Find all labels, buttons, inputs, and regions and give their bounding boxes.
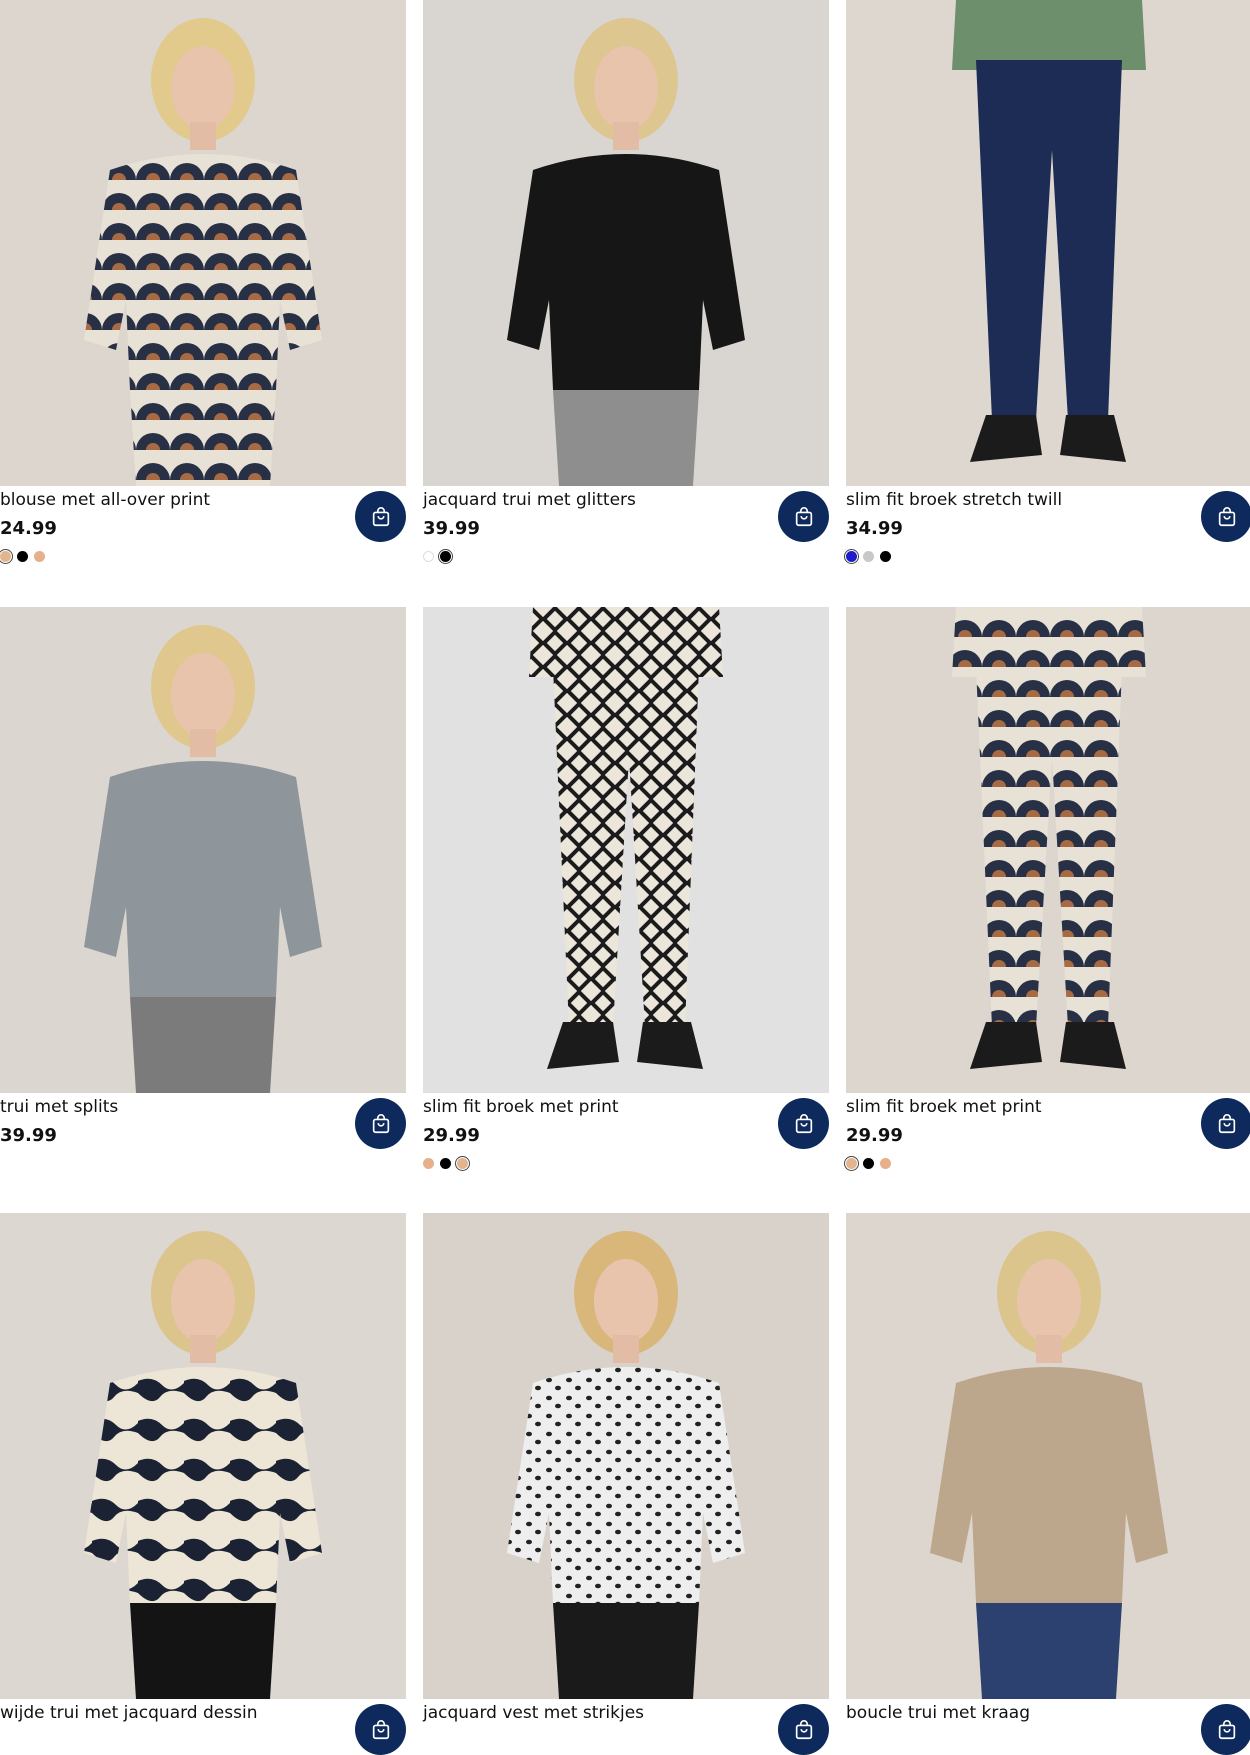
shopping-bag-icon bbox=[1218, 1113, 1235, 1133]
color-swatch[interactable] bbox=[438, 549, 453, 564]
shopping-bag-icon bbox=[372, 1719, 389, 1739]
color-swatch[interactable] bbox=[880, 551, 891, 562]
product-photo-illustration bbox=[423, 607, 829, 1093]
product-title[interactable]: slim fit broek met print bbox=[423, 1097, 619, 1117]
product-photo-illustration bbox=[423, 1213, 829, 1699]
add-to-cart-button[interactable] bbox=[778, 1098, 829, 1149]
add-to-cart-button[interactable] bbox=[1201, 1098, 1250, 1149]
color-swatch[interactable] bbox=[440, 1158, 451, 1169]
color-swatch[interactable] bbox=[0, 549, 13, 564]
product-title[interactable]: slim fit broek met print bbox=[846, 1097, 1042, 1117]
color-swatch[interactable] bbox=[863, 1158, 874, 1169]
add-to-cart-button[interactable] bbox=[1201, 491, 1250, 542]
product-photo-illustration bbox=[423, 0, 829, 486]
product-title[interactable]: wijde trui met jacquard dessin bbox=[0, 1703, 257, 1723]
color-swatch[interactable] bbox=[844, 549, 859, 564]
product-photo[interactable] bbox=[0, 607, 406, 1093]
product-price: 39.99 bbox=[0, 1125, 57, 1146]
product-price: 39.99 bbox=[423, 518, 480, 539]
product-photo[interactable] bbox=[0, 0, 406, 486]
product-title[interactable]: boucle trui met kraag bbox=[846, 1703, 1030, 1723]
color-swatch[interactable] bbox=[423, 551, 434, 562]
color-swatches bbox=[844, 1156, 891, 1171]
product-title[interactable]: jacquard trui met glitters bbox=[423, 490, 636, 510]
add-to-cart-button[interactable] bbox=[355, 1098, 406, 1149]
color-swatch[interactable] bbox=[844, 1156, 859, 1171]
color-swatch[interactable] bbox=[863, 551, 874, 562]
product-price: 29.99 bbox=[846, 1125, 903, 1146]
product-photo[interactable] bbox=[846, 607, 1250, 1093]
product-photo-illustration bbox=[0, 0, 406, 486]
shopping-bag-icon bbox=[1218, 506, 1235, 526]
product-photo-illustration bbox=[0, 1213, 406, 1699]
color-swatches bbox=[423, 549, 453, 564]
shopping-bag-icon bbox=[372, 1113, 389, 1133]
shopping-bag-icon bbox=[795, 1719, 812, 1739]
color-swatch[interactable] bbox=[34, 551, 45, 562]
product-photo-illustration bbox=[846, 1213, 1250, 1699]
color-swatches bbox=[0, 549, 45, 564]
shopping-bag-icon bbox=[1218, 1719, 1235, 1739]
color-swatches bbox=[844, 549, 891, 564]
product-price: 34.99 bbox=[846, 518, 903, 539]
product-photo-illustration bbox=[846, 607, 1250, 1093]
add-to-cart-button[interactable] bbox=[355, 491, 406, 542]
product-title[interactable]: jacquard vest met strikjes bbox=[423, 1703, 644, 1723]
color-swatches bbox=[423, 1156, 470, 1171]
product-photo[interactable] bbox=[846, 1213, 1250, 1699]
color-swatch[interactable] bbox=[17, 551, 28, 562]
product-price: 29.99 bbox=[423, 1125, 480, 1146]
product-photo[interactable] bbox=[423, 607, 829, 1093]
product-title[interactable]: blouse met all-over print bbox=[0, 490, 210, 510]
product-photo[interactable] bbox=[846, 0, 1250, 486]
product-photo[interactable] bbox=[423, 1213, 829, 1699]
product-photo[interactable] bbox=[423, 0, 829, 486]
product-photo[interactable] bbox=[0, 1213, 406, 1699]
shopping-bag-icon bbox=[795, 1113, 812, 1133]
add-to-cart-button[interactable] bbox=[1201, 1704, 1250, 1755]
product-photo-illustration bbox=[846, 0, 1250, 486]
add-to-cart-button[interactable] bbox=[778, 491, 829, 542]
color-swatch[interactable] bbox=[880, 1158, 891, 1169]
product-price: 24.99 bbox=[0, 518, 57, 539]
add-to-cart-button[interactable] bbox=[778, 1704, 829, 1755]
product-title[interactable]: slim fit broek stretch twill bbox=[846, 490, 1062, 510]
color-swatch[interactable] bbox=[455, 1156, 470, 1171]
product-title[interactable]: trui met splits bbox=[0, 1097, 118, 1117]
shopping-bag-icon bbox=[372, 506, 389, 526]
shopping-bag-icon bbox=[795, 506, 812, 526]
add-to-cart-button[interactable] bbox=[355, 1704, 406, 1755]
color-swatch[interactable] bbox=[423, 1158, 434, 1169]
product-photo-illustration bbox=[0, 607, 406, 1093]
